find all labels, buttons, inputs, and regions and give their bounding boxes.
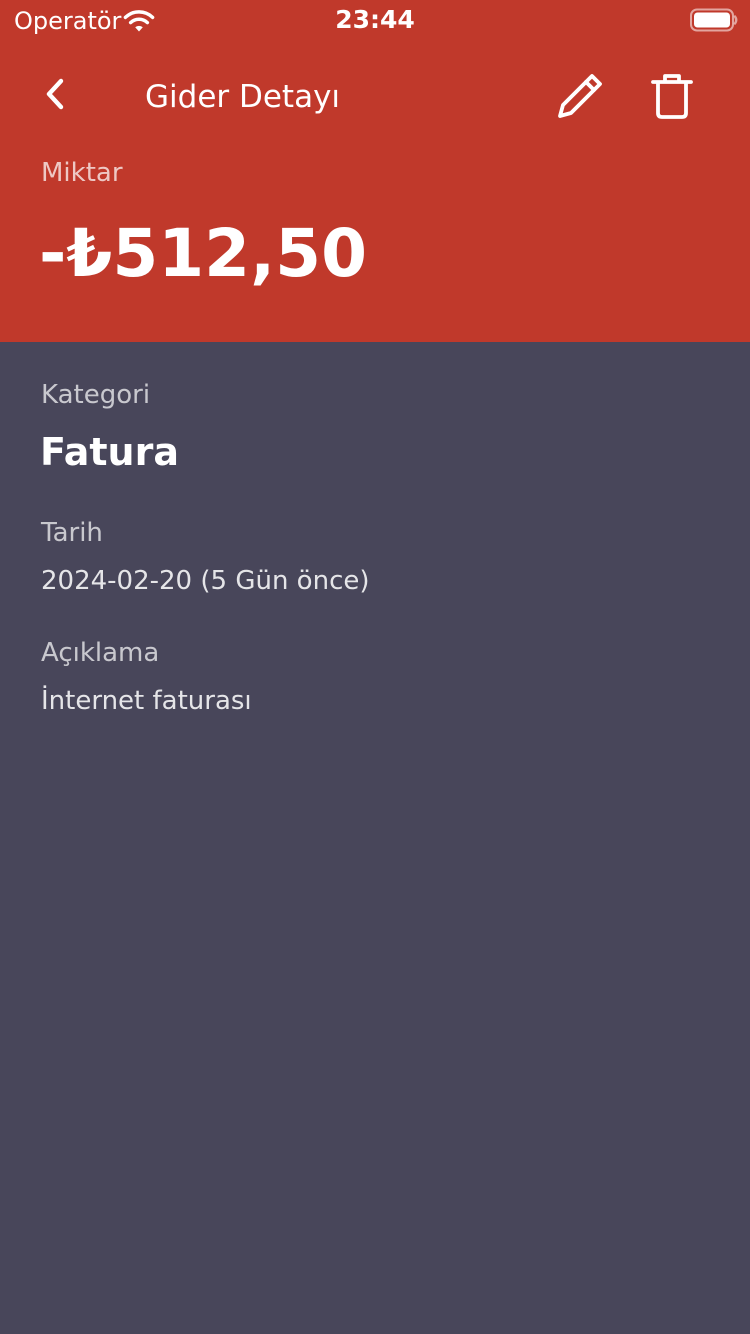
date-label: Tarih xyxy=(41,518,103,548)
pencil-icon xyxy=(554,70,606,126)
description-label: Açıklama xyxy=(41,638,160,668)
amount-label: Miktar xyxy=(41,158,123,188)
expense-detail-screen: Operatör 23:44 Gider Detayı Miktar -₺512… xyxy=(0,0,750,1334)
category-value: Fatura xyxy=(40,430,179,474)
status-bar: Operatör 23:44 xyxy=(0,0,750,40)
battery-icon xyxy=(690,8,738,32)
page-title: Gider Detayı xyxy=(145,79,341,115)
status-time: 23:44 xyxy=(335,5,415,34)
trash-icon xyxy=(649,71,695,125)
date-value: 2024-02-20 (5 Gün önce) xyxy=(41,566,370,596)
description-value: İnternet faturası xyxy=(41,686,252,716)
amount-value: -₺512,50 xyxy=(39,215,368,292)
chevron-left-icon xyxy=(42,76,70,116)
header: Operatör 23:44 Gider Detayı Miktar -₺512… xyxy=(0,0,750,342)
edit-button[interactable] xyxy=(552,70,608,126)
category-label: Kategori xyxy=(41,380,151,410)
back-button[interactable] xyxy=(30,70,82,122)
delete-button[interactable] xyxy=(644,70,700,126)
